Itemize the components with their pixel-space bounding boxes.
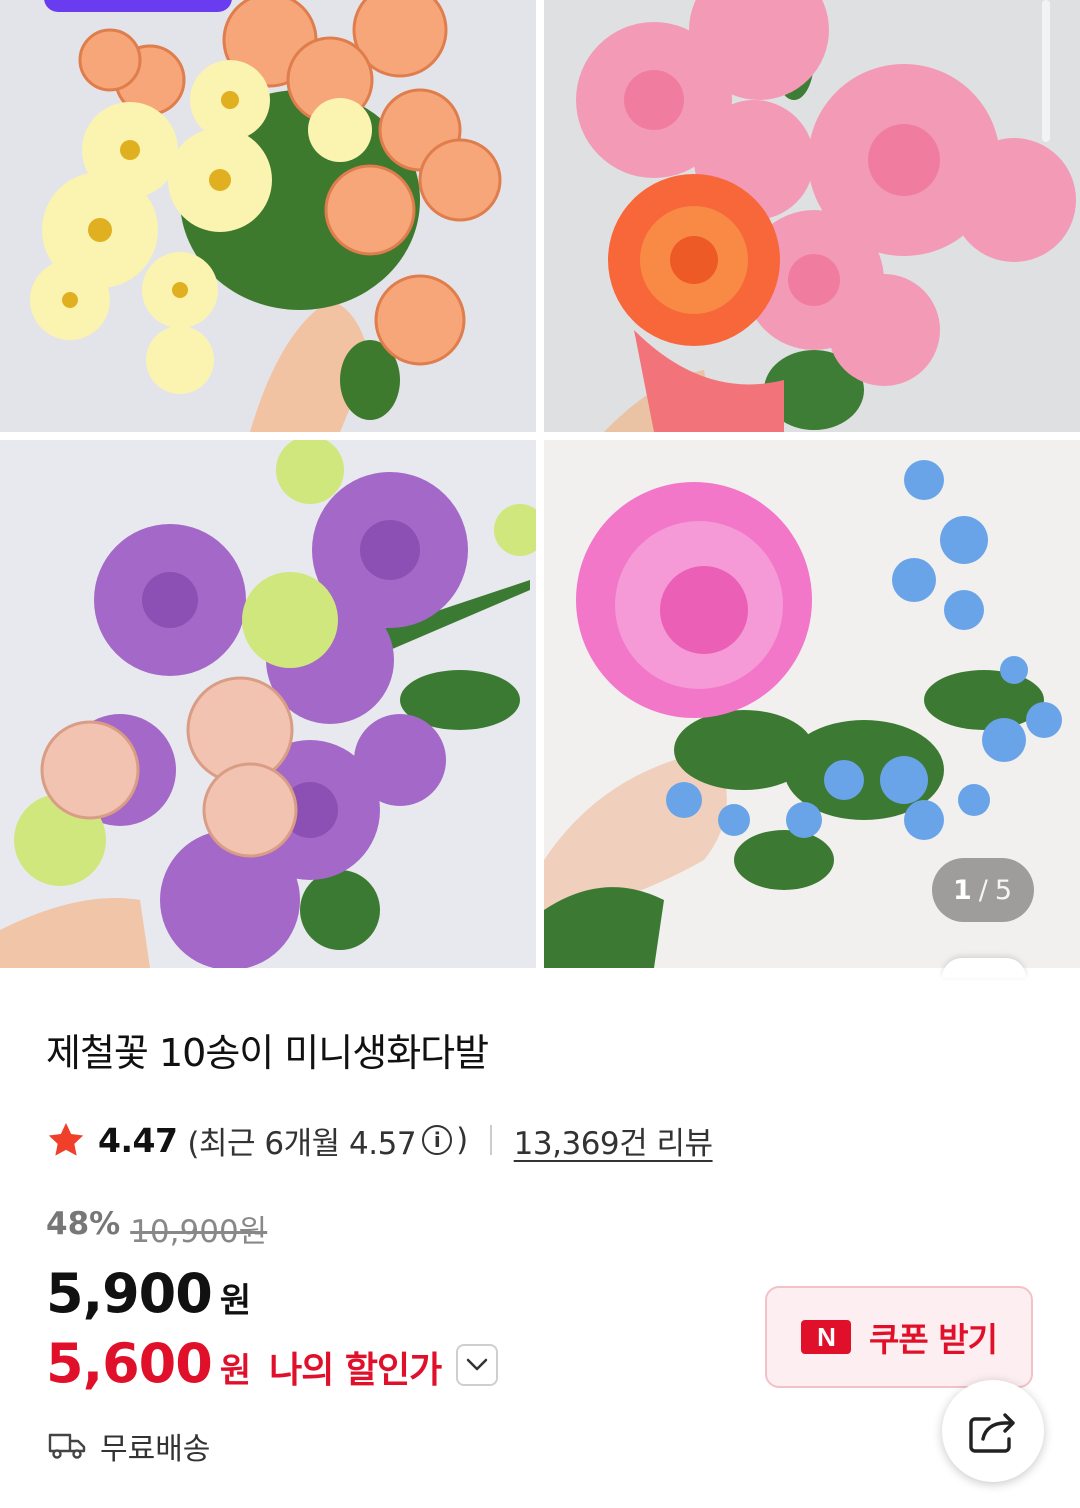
gallery-counter-separator: / <box>978 874 989 906</box>
shipping-info: 무료배송 <box>48 1424 210 1468</box>
discount-rate: 48% <box>46 1206 121 1242</box>
my-price-unit: 원 <box>219 1351 252 1391</box>
info-icon[interactable]: i <box>422 1125 453 1155</box>
star-icon <box>48 1123 84 1156</box>
recent-rating-text: (최근 6개월 4.57 <box>187 1125 417 1162</box>
sale-price-unit: 원 <box>219 1281 252 1321</box>
shipping-label: 무료배송 <box>100 1432 211 1467</box>
top-tab-indicator <box>44 0 232 12</box>
sale-price-value: 5,900 <box>46 1262 213 1325</box>
sale-price: 5,900 원 <box>46 1262 251 1325</box>
my-price-dropdown-button[interactable] <box>456 1344 498 1386</box>
original-price: 10,900원 <box>130 1214 268 1250</box>
recent-rating-close: ) <box>456 1122 468 1158</box>
gallery-image-pink-lisianthus[interactable] <box>544 0 1080 432</box>
truck-icon <box>48 1433 86 1459</box>
rating-divider <box>489 1125 492 1155</box>
rating-row: 4.47 (최근 6개월 4.57 i ) 13,369건 리뷰 <box>46 1118 713 1162</box>
share-button[interactable] <box>942 1380 1044 1482</box>
gallery-total: 5 <box>994 874 1014 906</box>
review-count-link[interactable]: 13,369건 리뷰 <box>514 1118 713 1163</box>
coupon-button-label: 쿠폰 받기 <box>869 1320 998 1359</box>
discount-row: 48% 10,900원 <box>46 1206 267 1251</box>
naver-n-badge: N <box>801 1320 852 1354</box>
get-coupon-button[interactable]: N 쿠폰 받기 <box>765 1286 1033 1388</box>
my-price-label: 나의 할인가 <box>269 1350 442 1391</box>
product-image-gallery[interactable]: 1/5 <box>0 0 1080 978</box>
my-discount-price: 5,600 원 나의 할인가 <box>46 1332 442 1395</box>
chevron-down-icon <box>466 1358 488 1371</box>
rating-value: 4.47 <box>98 1120 178 1160</box>
product-title: 제철꽃 10송이 미니생화다발 <box>46 1031 489 1075</box>
gallery-image-orange-roses[interactable] <box>0 0 536 432</box>
gallery-image-purple-lisianthus[interactable] <box>0 440 536 968</box>
gallery-page-counter: 1/5 <box>932 858 1034 922</box>
scrollbar[interactable] <box>1042 0 1050 142</box>
gallery-current-index: 1 <box>952 874 973 906</box>
my-price-value: 5,600 <box>46 1332 213 1395</box>
floating-button-peek[interactable] <box>942 958 1026 978</box>
share-icon <box>969 1413 1015 1453</box>
